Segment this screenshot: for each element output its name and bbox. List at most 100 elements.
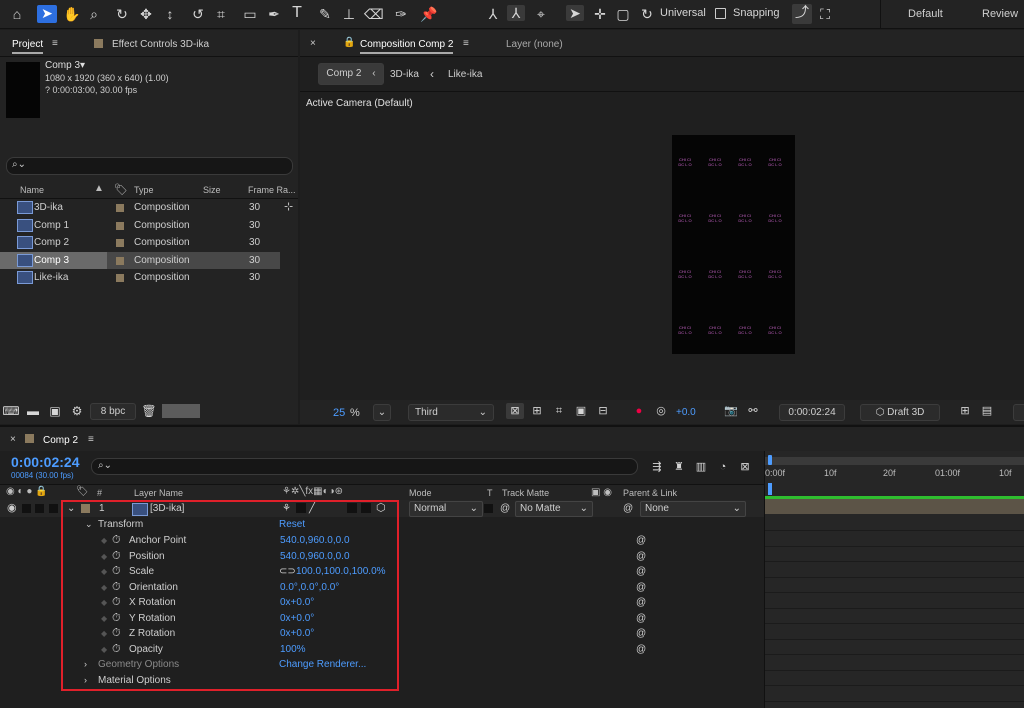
reset-link[interactable]: Reset [279,517,305,532]
panel-menu-icon[interactable]: ≡ [88,434,94,445]
local-axis-icon[interactable]: ⅄ [484,6,502,22]
sort-asc-icon[interactable]: ▲ [94,183,104,194]
mask-visibility-icon[interactable]: ⌗ [550,403,568,419]
track-matte-dropdown[interactable]: No Matte ⌄ [515,501,593,517]
label-tag-icon[interactable]: 🏷 [114,183,128,196]
new-folder-icon[interactable]: ▬ [24,403,42,419]
show-snapshot-icon[interactable]: ⚯ [744,403,762,419]
panel-menu-icon[interactable]: ≡ [52,38,58,49]
timeline-timecode[interactable]: 0:00:02:24 [11,454,80,470]
property-value[interactable]: 100.0,100.0,100.0% [296,564,386,579]
snapping-checkbox[interactable] [715,8,726,19]
property-value[interactable]: 540.0,960.0,0.0 [280,549,350,564]
roto-brush-icon[interactable]: ✑ [392,6,410,22]
hand-tool-icon[interactable]: ✋ [63,6,81,22]
pan-camera-icon[interactable]: ✥ [137,6,155,22]
dolly-camera-icon[interactable]: ↕ [161,6,179,22]
breadcrumb-3d-ika[interactable]: 3D-ika [390,69,419,80]
workspace-review[interactable]: Review [982,8,1018,20]
mode-dropdown[interactable]: Normal ⌄ [409,501,483,517]
quality-slash-icon[interactable]: ╱ [309,500,315,517]
resolution-dropdown[interactable]: Third ⌄ [408,404,494,421]
stopwatch-icon[interactable]: ⏱ [112,611,121,626]
material-options-row[interactable]: › Material Options [0,673,764,689]
project-item[interactable]: 3D-ika Composition 30 ⊹ [0,199,293,216]
property-value[interactable]: 0.0°,0.0°,0.0° [280,580,339,595]
pickwhip-icon[interactable]: @ [636,564,646,579]
select-gizmo-icon[interactable]: ➤ [566,5,584,21]
project-item-selected[interactable]: Comp 3 Composition 30 [0,251,280,269]
type-tool-icon[interactable]: T [288,5,306,21]
property-row[interactable]: ◆ ⏱ Opacity 100% @ [0,642,764,658]
geometry-options-row[interactable]: › Geometry Options Change Renderer... [0,657,764,673]
col-parent[interactable]: Parent & Link [623,488,677,498]
comp-mini-flowchart-icon[interactable]: ⇶ [648,459,666,475]
label-swatch[interactable] [116,256,124,265]
pickwhip-icon[interactable]: @ [636,611,646,626]
breadcrumb-comp2[interactable]: Comp 2 ‹ [318,63,384,85]
shy-layers-icon[interactable]: ▥ [692,459,710,475]
chevron-right-icon[interactable]: › [84,657,87,672]
eye-icon[interactable]: ◉ [7,500,17,517]
selected-comp-name[interactable]: Comp 3▾ [45,60,85,71]
anchor-point-tool-icon[interactable]: ⌗ [212,6,230,22]
snapshot-camera-icon[interactable]: 📷 [722,403,740,419]
move-gizmo-icon[interactable]: ✛ [591,6,609,22]
pickwhip-icon[interactable]: @ [636,580,646,595]
quality-switch[interactable] [296,503,306,513]
label-swatch[interactable] [81,504,90,513]
col-frame-rate[interactable]: Frame Ra... [248,185,296,195]
brush-tool-icon[interactable]: ✎ [316,6,334,22]
region-of-interest-icon[interactable]: ▣ [572,403,590,419]
work-area-bar[interactable] [765,457,1024,465]
trash-icon[interactable]: 🗑 [140,403,158,419]
reset-exposure-icon[interactable]: ◎ [652,403,670,419]
audio-toggle[interactable] [22,504,31,513]
interpret-footage-icon[interactable]: ⌨ [2,403,20,419]
project-item[interactable]: Comp 1 Composition 30 [0,217,280,234]
stopwatch-icon[interactable]: ⏱ [112,642,121,657]
flowchart-icon[interactable]: ⊹ [284,199,293,216]
panel-menu-icon[interactable]: ≡ [463,38,469,49]
draft-3d-icon[interactable]: ♜ [670,459,688,475]
graph-editor-icon[interactable]: ⊠ [736,459,754,475]
pickwhip-icon[interactable]: @ [636,595,646,610]
lock-icon[interactable]: 🔒 [343,37,355,48]
frame-blending-icon[interactable]: ◔ [714,459,732,475]
selection-tool-icon[interactable]: ➤ [37,5,57,23]
transform-row[interactable]: ⌄ Transform Reset [0,517,764,533]
snap-grid-icon[interactable]: ⛶ [816,6,834,22]
3d-layer-icon[interactable]: ⬡ [376,500,386,517]
zoom-tool-icon[interactable]: ⌕ [85,6,103,22]
stopwatch-icon[interactable]: ⏱ [112,533,121,548]
project-tab[interactable]: Project [12,39,44,54]
close-tab-icon[interactable]: × [310,38,316,49]
layer-row[interactable]: ◉ ⌄ 1 [3D-ika] ⚘ ╱ ⬡ Normal ⌄ @ No Matte ⌄… [0,500,764,517]
breadcrumb-like-ika[interactable]: Like-ika [448,69,482,80]
pickwhip-icon[interactable]: @ [636,626,646,641]
new-composition-icon[interactable]: ▣ [46,403,64,419]
composition-viewer[interactable]: CHI CI DC L O CHI CI DC L O CHI CI DC L O C… [672,135,795,354]
scale-gizmo-icon[interactable]: ▢ [614,6,632,22]
exposure-value[interactable]: +0.0 [676,407,696,418]
property-row[interactable]: ◆ ⏱ Orientation 0.0°,0.0°,0.0° @ [0,580,764,596]
chevron-right-icon[interactable]: › [84,673,87,688]
property-row[interactable]: ◆ ⏱ X Rotation 0x+0.0° @ [0,595,764,611]
snap-options-icon[interactable]: ⤴ [792,4,812,24]
time-ruler[interactable]: 0:00f 10f 20f 01:00f 10f [765,467,1024,483]
pickwhip-icon[interactable]: @ [500,500,510,517]
project-settings-icon[interactable]: ⚙ [68,403,86,419]
zoom-value[interactable]: 25 [333,407,345,419]
label-swatch[interactable] [116,274,124,282]
property-value[interactable]: 540.0,960.0,0.0 [280,533,350,548]
col-layer-name[interactable]: Layer Name [134,488,183,498]
work-area-start-handle[interactable] [768,455,772,465]
rectangle-tool-icon[interactable]: ▭ [241,6,259,22]
property-value[interactable]: 100% [280,642,306,657]
adjustment-switch[interactable] [361,503,371,513]
stopwatch-icon[interactable]: ⏱ [112,580,121,595]
layer-name[interactable]: [3D-ika] [150,500,184,517]
solo-toggle[interactable] [35,504,44,513]
stopwatch-icon[interactable]: ⏱ [112,549,121,564]
preserve-transparency-toggle[interactable] [484,504,493,513]
